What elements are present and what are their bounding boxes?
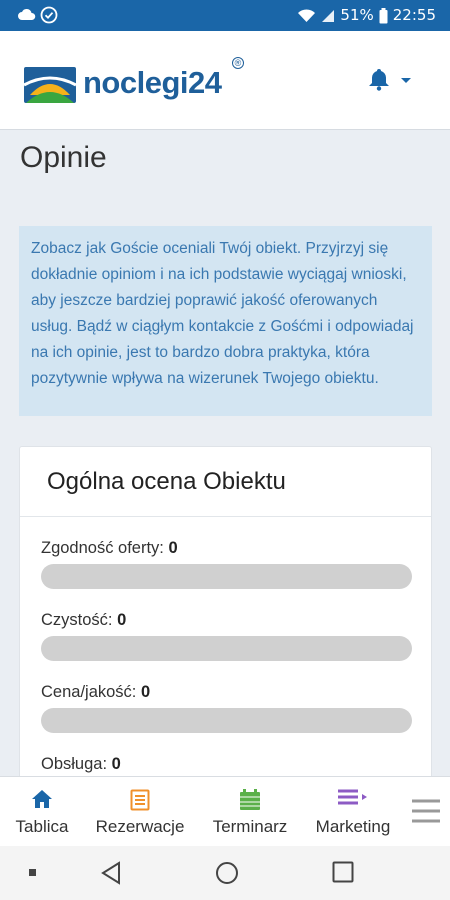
nav-label: Tablica xyxy=(15,817,69,836)
rating-label-text: Cena/jakość: xyxy=(41,683,137,701)
rating-value: 0 xyxy=(140,683,151,701)
back-icon[interactable] xyxy=(100,861,122,885)
overview-icon[interactable] xyxy=(332,861,354,883)
rating-value: 0 xyxy=(111,755,121,773)
nav-marketing[interactable]: Marketing xyxy=(304,777,402,847)
app-header: noclegi24 ® xyxy=(0,31,450,130)
megaphone-icon xyxy=(338,789,367,805)
recents-dot-icon[interactable] xyxy=(29,869,37,877)
logo-icon[interactable] xyxy=(22,65,78,105)
rating-item: Zgodność oferty: 0 xyxy=(41,539,412,589)
nav-tablica[interactable]: Tablica xyxy=(0,777,84,847)
wifi-icon xyxy=(298,9,316,22)
rating-item: Czystość: 0 xyxy=(41,611,412,661)
overall-rating-card: Ogólna ocena Obiektu Zgodność oferty: 0 … xyxy=(19,446,432,806)
clock: 22:55 xyxy=(392,6,436,24)
nav-label: Rezerwacje xyxy=(95,817,185,836)
status-bar-right: 51% 22:55 xyxy=(297,6,436,25)
battery-icon xyxy=(379,7,388,23)
rating-bar xyxy=(41,708,412,733)
nav-label: Terminarz xyxy=(212,817,288,836)
rating-label-text: Obsługa: xyxy=(41,755,108,773)
rating-label-text: Czystość: xyxy=(41,611,113,629)
nav-terminarz[interactable]: Terminarz xyxy=(198,777,302,847)
nav-label: Marketing xyxy=(315,817,391,836)
page-title: Opinie xyxy=(20,141,107,174)
rating-value: 0 xyxy=(168,539,178,557)
status-bar: 51% 22:55 xyxy=(0,0,450,31)
rating-bar xyxy=(41,564,412,589)
status-bar-left xyxy=(18,6,58,24)
home-button-icon[interactable] xyxy=(215,861,239,885)
rating-bar xyxy=(41,636,412,661)
rating-item: Obsługa: 0 xyxy=(41,755,412,777)
android-nav-bar xyxy=(0,846,450,900)
brand-name[interactable]: noclegi24 xyxy=(83,65,222,101)
rating-label-text: Zgodność oferty: xyxy=(41,539,164,557)
nav-rezerwacje[interactable]: Rezerwacje xyxy=(84,777,196,847)
registered-mark: ® xyxy=(232,57,244,69)
chevron-down-icon[interactable] xyxy=(400,77,412,85)
rating-value: 0 xyxy=(117,611,127,629)
rating-label: Zgodność oferty: 0 xyxy=(41,539,412,561)
hamburger-menu-icon[interactable] xyxy=(411,799,441,823)
rating-label: Obsługa: 0 xyxy=(41,755,412,777)
signal-icon xyxy=(322,9,335,22)
rating-label: Czystość: 0 xyxy=(41,611,412,633)
calendar-icon xyxy=(240,789,260,810)
info-box: Zobacz jak Goście oceniali Twój obiekt. … xyxy=(19,226,432,416)
list-icon xyxy=(130,789,150,811)
card-title: Ogólna ocena Obiektu xyxy=(47,468,286,495)
bell-icon[interactable] xyxy=(368,67,390,91)
rating-label: Cena/jakość: 0 xyxy=(41,683,412,705)
battery-percent: 51% xyxy=(340,6,374,24)
cloud-icon xyxy=(18,8,36,20)
divider xyxy=(20,516,431,517)
check-circle-icon xyxy=(40,6,58,24)
bottom-nav: Tablica Rezerwacje Terminarz Marketing xyxy=(0,776,450,846)
rating-item: Cena/jakość: 0 xyxy=(41,683,412,733)
home-icon xyxy=(32,790,52,808)
